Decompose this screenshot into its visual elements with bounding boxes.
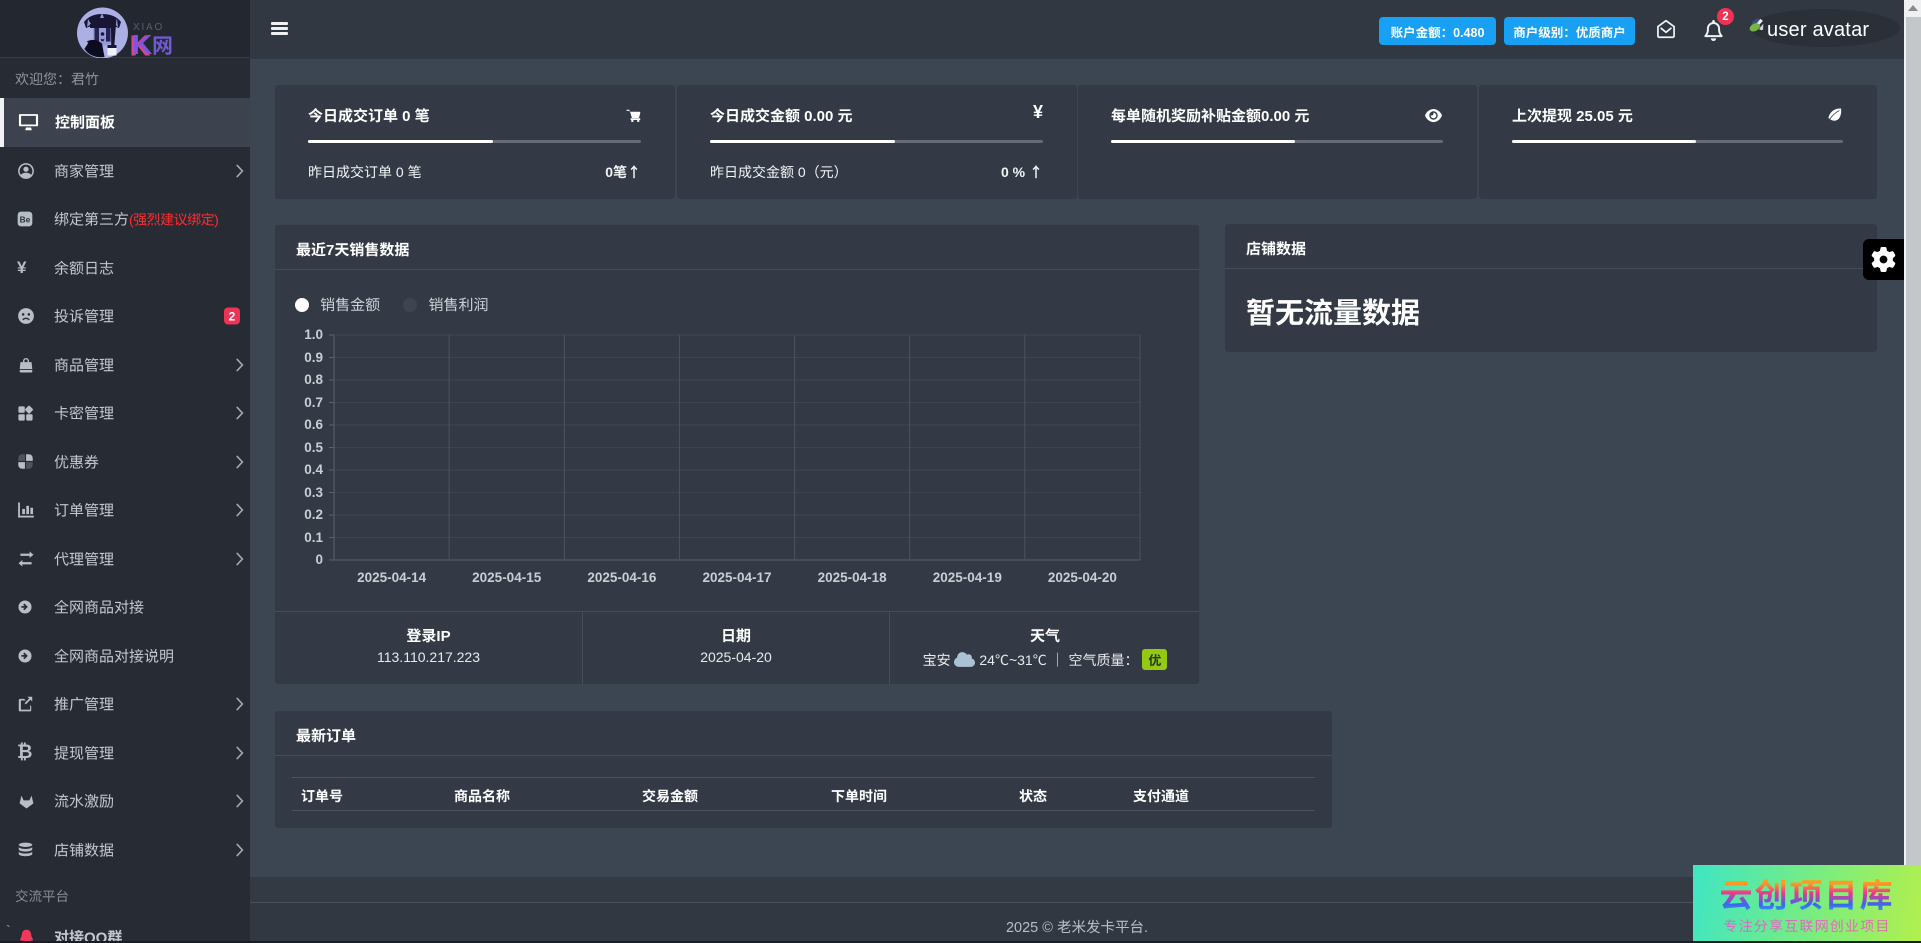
svg-text:K: K — [132, 29, 152, 58]
svg-text:网: 网 — [152, 30, 173, 58]
svg-text:Be: Be — [20, 215, 31, 225]
